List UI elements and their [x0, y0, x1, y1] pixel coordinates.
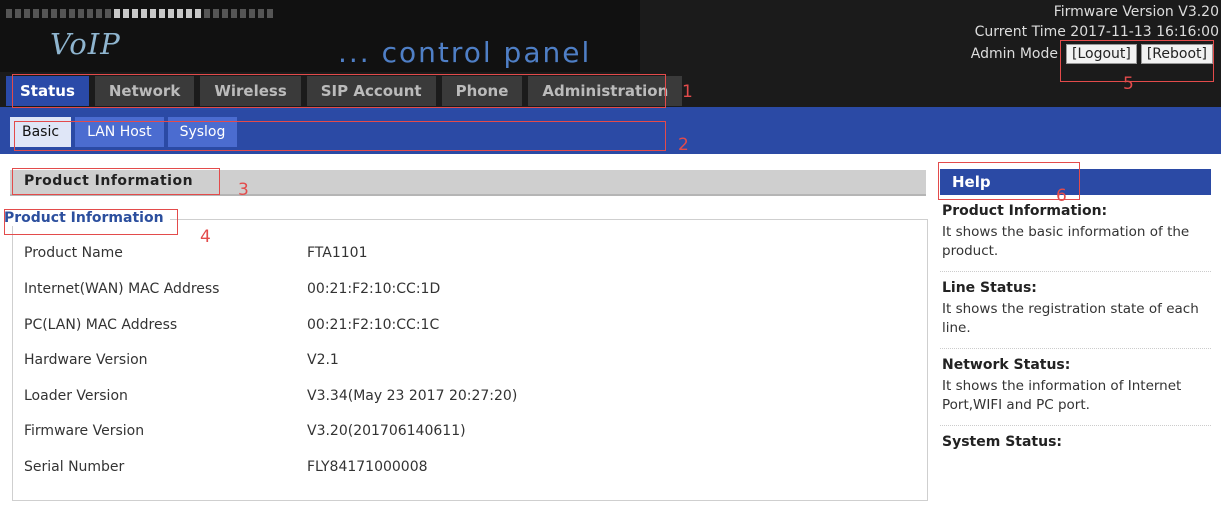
- help-heading: Network Status:: [942, 357, 1071, 373]
- current-time-text: Current Time 2017-11-13 16:16:00: [974, 24, 1219, 40]
- annotation-box-5: [1060, 40, 1214, 82]
- help-text: It shows the registration state of each …: [942, 301, 1199, 336]
- help-item: System Status:: [940, 426, 1211, 464]
- logo-dot: [168, 9, 174, 18]
- logo-dot: [213, 9, 219, 18]
- logo-dot: [186, 9, 192, 18]
- label-hardware-version: Hardware Version: [24, 352, 148, 368]
- logo-dots-decoration: [6, 9, 273, 18]
- logo-dot: [204, 9, 210, 18]
- annotation-number-4: 4: [200, 227, 211, 247]
- help-panel: Help Product Information: It shows the b…: [940, 169, 1211, 464]
- annotation-number-5: 5: [1123, 74, 1134, 94]
- logo-dot: [258, 9, 264, 18]
- logo-dot: [78, 9, 84, 18]
- logo-dot: [51, 9, 57, 18]
- logo-dot: [15, 9, 21, 18]
- annotation-box-4: [4, 209, 178, 235]
- help-item: Network Status: It shows the information…: [940, 349, 1211, 426]
- label-product-name: Product Name: [24, 245, 123, 261]
- annotation-box-2: [14, 121, 666, 151]
- logo-dot: [96, 9, 102, 18]
- firmware-version-text: Firmware Version V3.20: [1053, 4, 1219, 20]
- label-wan-mac: Internet(WAN) MAC Address: [24, 281, 220, 297]
- brand-control-panel: ... control panel: [338, 36, 592, 69]
- brand-voip: VoIP: [50, 27, 121, 61]
- help-text: It shows the information of Internet Por…: [942, 378, 1182, 413]
- logo-dot: [33, 9, 39, 18]
- annotation-number-3: 3: [238, 180, 249, 200]
- annotation-box-3: [12, 168, 220, 195]
- help-heading: Line Status:: [942, 280, 1037, 296]
- help-item: Line Status: It shows the registration s…: [940, 272, 1211, 349]
- admin-mode-label: Admin Mode: [970, 46, 1058, 62]
- logo-dot: [114, 9, 120, 18]
- value-hardware-version: V2.1: [307, 352, 339, 368]
- logo-dot: [123, 9, 129, 18]
- label-firmware-version: Firmware Version: [24, 423, 145, 439]
- label-lan-mac: PC(LAN) MAC Address: [24, 317, 178, 333]
- help-heading: Product Information:: [942, 203, 1108, 219]
- logo-dot: [195, 9, 201, 18]
- value-lan-mac: 00:21:F2:10:CC:1C: [307, 317, 440, 333]
- logo-dot: [159, 9, 165, 18]
- annotation-number-2: 2: [678, 135, 689, 155]
- value-product-name: FTA1101: [307, 245, 368, 261]
- value-wan-mac: 00:21:F2:10:CC:1D: [307, 281, 441, 297]
- help-item: Product Information: It shows the basic …: [940, 195, 1211, 272]
- logo-dot: [141, 9, 147, 18]
- logo-dot: [87, 9, 93, 18]
- logo-dot: [132, 9, 138, 18]
- logo-dot: [222, 9, 228, 18]
- logo-dot: [6, 9, 12, 18]
- label-serial-number: Serial Number: [24, 459, 125, 475]
- logo-dot: [177, 9, 183, 18]
- value-loader-version: V3.34(May 23 2017 20:27:20): [307, 388, 518, 404]
- logo-dot: [42, 9, 48, 18]
- logo-dot: [240, 9, 246, 18]
- product-info-fieldset: [12, 219, 928, 501]
- label-loader-version: Loader Version: [24, 388, 128, 404]
- annotation-number-6: 6: [1056, 186, 1067, 206]
- help-heading: System Status:: [942, 434, 1063, 450]
- logo-dot: [105, 9, 111, 18]
- logo-dot: [24, 9, 30, 18]
- annotation-number-1: 1: [682, 82, 693, 102]
- logo-dot: [60, 9, 66, 18]
- logo-banner: VoIP ... control panel: [0, 0, 640, 72]
- annotation-box-1: [12, 74, 666, 108]
- value-serial-number: FLY84171000008: [307, 459, 428, 475]
- logo-dot: [231, 9, 237, 18]
- logo-dot: [69, 9, 75, 18]
- logo-dot: [267, 9, 273, 18]
- value-firmware-version: V3.20(201706140611): [307, 423, 466, 439]
- logo-dot: [150, 9, 156, 18]
- logo-dot: [249, 9, 255, 18]
- help-text: It shows the basic information of the pr…: [942, 224, 1190, 259]
